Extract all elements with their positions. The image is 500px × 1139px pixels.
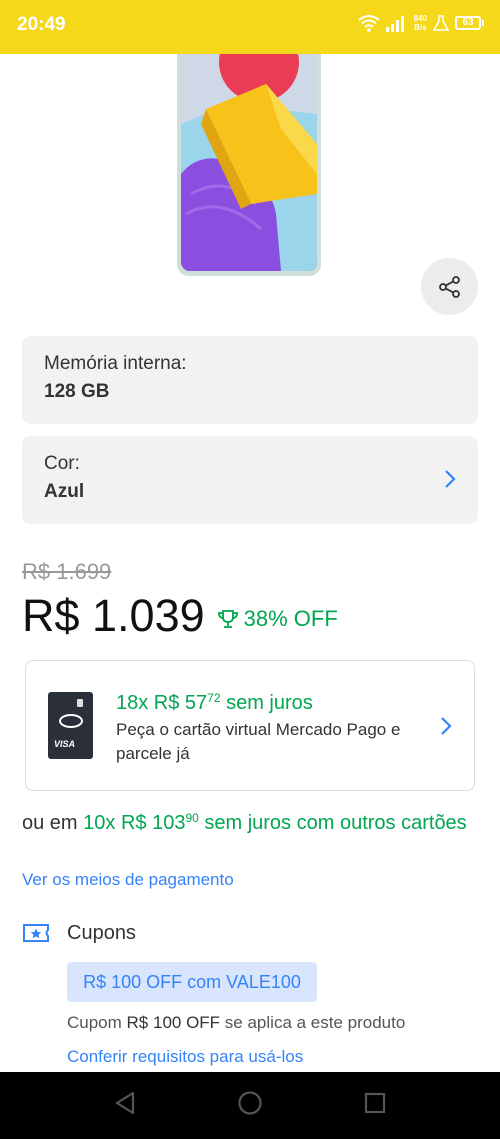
- share-icon: [438, 275, 460, 298]
- status-icons: 840 B/s 63: [358, 14, 484, 32]
- current-price: R$ 1.039: [22, 590, 205, 641]
- status-bar: 20:49 840 B/s 63: [0, 0, 500, 54]
- coupon-description: Cupom R$ 100 OFF se aplica a este produt…: [67, 1013, 406, 1032]
- variation-color[interactable]: Cor: Azul: [22, 436, 478, 524]
- credit-card-icon: VISA: [48, 692, 93, 759]
- other-cards-installments: ou em 10x R$ 10390 sem juros com outros …: [22, 811, 467, 834]
- installments-description: Peça o cartão virtual Mercado Pago e par…: [116, 720, 401, 763]
- share-button[interactable]: [421, 258, 478, 315]
- chevron-right-icon: [445, 470, 456, 488]
- coupons-header: Cupons: [22, 921, 136, 945]
- coupon-requirements-link[interactable]: Conferir requisitos para usá-los: [67, 1047, 303, 1067]
- installments-main: 18x R$ 5772 sem juros: [116, 691, 313, 714]
- phone-image[interactable]: [177, 54, 321, 276]
- variation-label: Cor:: [44, 453, 80, 474]
- signal-icon: [385, 16, 404, 32]
- price-row: R$ 1.039 38% OFF: [22, 590, 338, 642]
- variation-storage: Memória interna: 128 GB: [22, 336, 478, 424]
- chevron-right-icon: [441, 717, 452, 735]
- back-icon[interactable]: [113, 1090, 137, 1116]
- status-time: 20:49: [17, 14, 66, 35]
- installments-card[interactable]: VISA 18x R$ 5772 sem juros Peça o cartão…: [25, 660, 475, 791]
- discount-badge: 38% OFF: [217, 606, 338, 632]
- coupon-star-icon: [23, 924, 49, 942]
- variation-label: Memória interna:: [44, 353, 187, 374]
- battery-icon: 63: [455, 16, 484, 30]
- card-brand: VISA: [54, 739, 76, 749]
- system-navigation-bar: [0, 1072, 500, 1139]
- trophy-icon: [217, 610, 238, 628]
- network-speed: 840 B/s: [413, 14, 427, 32]
- original-price: R$ 1.699: [22, 559, 112, 584]
- flask-icon: [433, 15, 449, 31]
- product-gallery[interactable]: [0, 54, 500, 324]
- coupon-tag[interactable]: R$ 100 OFF com VALE100: [67, 962, 317, 1002]
- payment-methods-link[interactable]: Ver os meios de pagamento: [22, 870, 234, 890]
- home-icon[interactable]: [237, 1090, 263, 1116]
- recents-icon[interactable]: [363, 1090, 387, 1116]
- variation-value: Azul: [44, 481, 85, 502]
- coupons-title: Cupons: [67, 921, 136, 944]
- discount-label: 38% OFF: [243, 606, 338, 631]
- variation-value: 128 GB: [44, 381, 110, 402]
- wifi-icon: [358, 15, 380, 32]
- battery-level: 63: [455, 16, 481, 30]
